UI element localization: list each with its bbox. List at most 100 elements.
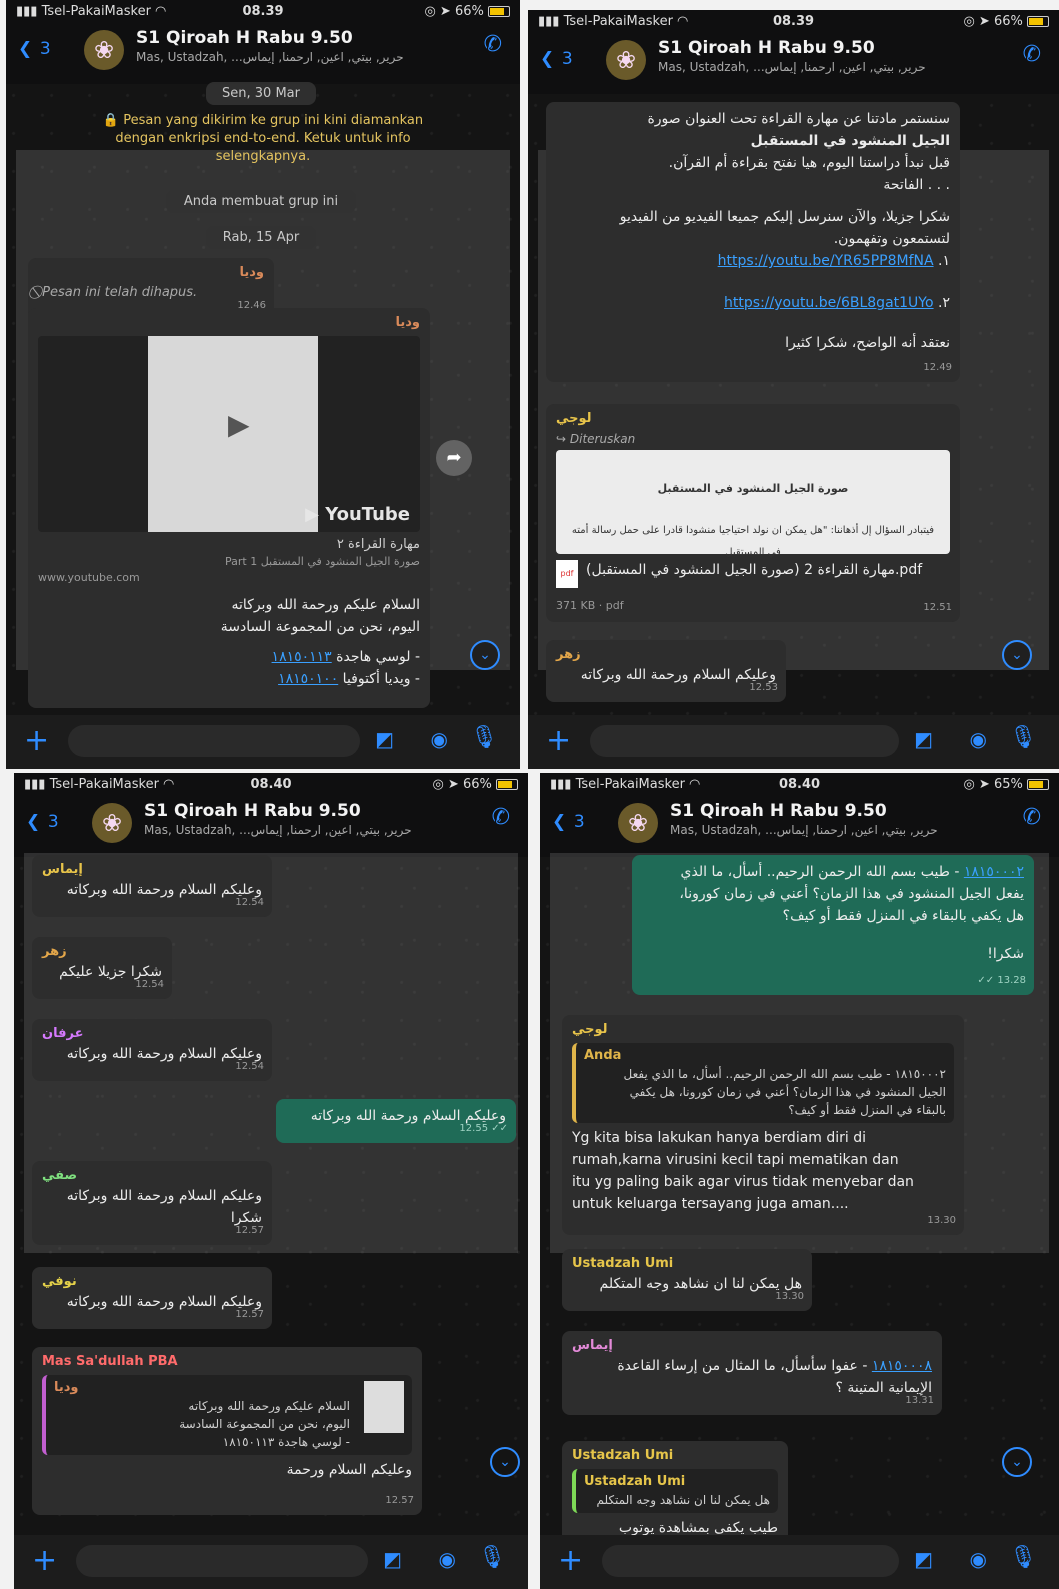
- camera-icon[interactable]: ◉: [431, 727, 448, 751]
- youtube-link[interactable]: https://youtu.be/YR65PP8MfNA: [718, 253, 934, 269]
- scroll-down-icon[interactable]: ⌄: [1002, 1447, 1032, 1477]
- message-reply[interactable]: زهر وعليكم السلام ورحمة الله وبركاته 12.…: [546, 640, 786, 702]
- play-icon[interactable]: ▶: [228, 411, 250, 439]
- sticker-icon[interactable]: ◩: [375, 727, 394, 751]
- chat-header[interactable]: ❮ 3 ❀ S1 Qiroah H Rabu 9.50 Mas, Ustadza…: [528, 34, 1059, 90]
- chat-header[interactable]: ❮ 3 ❀ S1 Qiroah H Rabu 9.50 Mas, Ustadza…: [540, 797, 1059, 853]
- message-reply[interactable]: نوفي وعليكم السلام ورحمة الله وبركاته 12…: [32, 1267, 272, 1329]
- microphone-icon[interactable]: 🎙: [470, 725, 498, 750]
- add-call-icon[interactable]: ✆: [484, 32, 502, 57]
- message-reply[interactable]: زهر شكرا جزيلا عليكم 12.54: [32, 937, 172, 999]
- back-button[interactable]: ❮ 3: [26, 805, 59, 833]
- date-separator: Rab, 15 Apr: [206, 226, 316, 249]
- back-button[interactable]: ❮ 3: [552, 805, 585, 833]
- doc-preview-text: فيتبادر السؤال إل أذهاننا: "هل يمكن ان ن…: [571, 525, 935, 558]
- back-chevron-icon: ❮: [552, 812, 567, 832]
- sticker-icon[interactable]: ◩: [914, 1547, 933, 1571]
- add-call-icon[interactable]: ✆: [1023, 42, 1041, 67]
- message-question[interactable]: إيماس ١٨١٥٠٠٠٨ - عفوا سأسأل، ما المثال م…: [562, 1331, 942, 1415]
- message-outgoing[interactable]: وعليكم السلام ورحمة الله وبركاته 12.55 ✓…: [276, 1099, 516, 1143]
- back-button[interactable]: ❮ 3: [18, 32, 51, 60]
- microphone-icon[interactable]: 🎙: [1009, 725, 1037, 750]
- message-line: وعليكم السلام ورحمة الله وبركاته: [66, 1188, 262, 1204]
- scroll-down-icon[interactable]: ⌄: [470, 640, 500, 670]
- message-line: شكرا: [230, 1210, 262, 1226]
- message-reply[interactable]: إيماس وعليكم السلام ورحمة الله وبركاته 1…: [32, 855, 272, 917]
- document-preview[interactable]: صورة الجيل المنشود في المستقبل فيتبادر ا…: [556, 450, 950, 558]
- group-avatar[interactable]: ❀: [606, 40, 646, 80]
- quote-line: السلام عليكم ورحمة الله وبركاته: [188, 1399, 350, 1413]
- message-youtube[interactable]: وديا ▶ ▶ YouTube مهارة القراءة ٢ صورة ال…: [28, 308, 430, 708]
- battery-indicator: ◎ ➤ 66%: [424, 4, 510, 19]
- sender-name: زهر: [42, 944, 67, 959]
- youtube-preview[interactable]: ▶ ▶ YouTube: [38, 336, 420, 532]
- group-title[interactable]: S1 Qiroah H Rabu 9.50: [670, 801, 887, 821]
- group-title[interactable]: S1 Qiroah H Rabu 9.50: [658, 38, 875, 58]
- camera-icon[interactable]: ◉: [970, 1547, 987, 1571]
- chat-header[interactable]: ❮ 3 ❀ S1 Qiroah H Rabu 9.50 Mas, Ustadza…: [6, 24, 520, 80]
- message-quoted-reply[interactable]: Ustadzah Umi Ustadzah Umi هل يمكن لنا ان…: [562, 1441, 788, 1545]
- sender-name: زهر: [556, 647, 581, 662]
- message-input[interactable]: [76, 1545, 368, 1577]
- message-time: 13.30: [927, 1215, 956, 1226]
- plus-icon[interactable]: +: [32, 1543, 57, 1578]
- camera-icon[interactable]: ◉: [439, 1547, 456, 1571]
- unread-count: 3: [47, 812, 59, 832]
- share-icon[interactable]: ➦: [436, 440, 472, 476]
- message-outgoing-question[interactable]: ١٨١٥٠٠٠٢ - طيب بسم الله الرحمن الرحيم.. …: [632, 855, 1034, 995]
- message-text: وعليكم السلام ورحمة الله وبركاته: [580, 667, 776, 683]
- message-line: rumah,karna virusini kecil tapi mematika…: [572, 1152, 899, 1168]
- plus-icon[interactable]: +: [558, 1543, 583, 1578]
- message-line: ٢. https://youtu.be/6BL8gat1UYo: [556, 292, 950, 314]
- encryption-notice[interactable]: 🔒 Pesan yang dikirim ke grup ini kini di…: [86, 112, 440, 166]
- plus-icon[interactable]: +: [546, 723, 571, 758]
- chat-header[interactable]: ❮ 3 ❀ S1 Qiroah H Rabu 9.50 Mas, Ustadza…: [14, 797, 528, 853]
- battery-indicator: ◎ ➤ 65%: [963, 777, 1049, 792]
- message-reply[interactable]: Ustadzah Umi هل يمكن لنا ان نشاهد وجه ال…: [562, 1249, 812, 1311]
- composer-bar: + ◩ ◉ 🎙: [528, 715, 1059, 769]
- message-quoted-reply[interactable]: لوجي Anda ١٨١٥٠٠٠٢ - طيب بسم الله الرحمن…: [562, 1015, 964, 1235]
- quoted-message[interactable]: Anda ١٨١٥٠٠٠٢ - طيب بسم الله الرحمن الرح…: [572, 1043, 954, 1123]
- phone-link[interactable]: ١٨١٥٠١٠٠: [278, 671, 338, 687]
- message-lesson-intro[interactable]: سنستمر مادتنا عن مهارة القراءة تحت العنو…: [546, 102, 960, 382]
- message-quoted-reply[interactable]: Mas Sa'dullah PBA وديا السلام عليكم ورحم…: [32, 1347, 422, 1515]
- microphone-icon[interactable]: 🎙: [1009, 1545, 1037, 1570]
- message-input[interactable]: [602, 1545, 899, 1577]
- phone-link[interactable]: ١٨١٥٠٠٠٢: [964, 864, 1024, 880]
- chat-content: إيماس وعليكم السلام ورحمة الله وبركاته 1…: [14, 855, 528, 1535]
- phone-link[interactable]: ١٨١٥٠٠٠٨: [872, 1358, 932, 1374]
- sender-name: وديا: [395, 315, 420, 330]
- message-reply[interactable]: عرفان وعليكم السلام ورحمة الله وبركاته 1…: [32, 1019, 272, 1081]
- scroll-down-icon[interactable]: ⌄: [1002, 640, 1032, 670]
- sticker-icon[interactable]: ◩: [383, 1547, 402, 1571]
- add-call-icon[interactable]: ✆: [492, 805, 510, 830]
- message-pdf-document[interactable]: لوجي ↪ Diteruskan صورة الجيل المنشود في …: [546, 404, 960, 622]
- group-members: Mas, Ustadzah, ...حرير, بيتي, اعين, ارحم…: [144, 823, 412, 837]
- sender-name: نوفي: [42, 1274, 77, 1289]
- group-avatar[interactable]: ❀: [84, 30, 124, 70]
- message-input[interactable]: [68, 725, 360, 757]
- sticker-icon[interactable]: ◩: [914, 727, 933, 751]
- plus-icon[interactable]: +: [24, 723, 49, 758]
- group-avatar[interactable]: ❀: [618, 803, 658, 843]
- group-avatar[interactable]: ❀: [92, 803, 132, 843]
- microphone-icon[interactable]: 🎙: [478, 1545, 506, 1570]
- phone-link[interactable]: ١٨١٥٠١١٣: [272, 649, 332, 665]
- message-line: سنستمر مادتنا عن مهارة القراءة تحت العنو…: [647, 111, 950, 127]
- message-input[interactable]: [590, 725, 899, 757]
- back-button[interactable]: ❮ 3: [540, 42, 573, 70]
- group-title[interactable]: S1 Qiroah H Rabu 9.50: [136, 28, 353, 48]
- message-line: الإيمانية المتينة ؟: [835, 1380, 932, 1396]
- pdf-icon: pdf: [556, 560, 578, 588]
- document-name[interactable]: pdf مهارة القراءة 2 (صورة الجيل المنشود ف…: [556, 560, 950, 588]
- scroll-down-icon[interactable]: ⌄: [490, 1447, 520, 1477]
- camera-icon[interactable]: ◉: [970, 727, 987, 751]
- add-call-icon[interactable]: ✆: [1023, 805, 1041, 830]
- sender-name: عرفان: [42, 1026, 84, 1041]
- youtube-link[interactable]: https://youtu.be/6BL8gat1UYo: [724, 295, 934, 311]
- quoted-message[interactable]: Ustadzah Umi هل يمكن لنا ان نشاهد وجه ال…: [572, 1469, 778, 1513]
- quoted-message[interactable]: وديا السلام عليكم ورحمة الله وبركاته الي…: [42, 1375, 412, 1455]
- group-members: Mas, Ustadzah, ...حرير, بيتي, اعين, ارحم…: [670, 823, 938, 837]
- group-title[interactable]: S1 Qiroah H Rabu 9.50: [144, 801, 361, 821]
- message-reply[interactable]: صفي وعليكم السلام ورحمة الله وبركاته شكر…: [32, 1161, 272, 1245]
